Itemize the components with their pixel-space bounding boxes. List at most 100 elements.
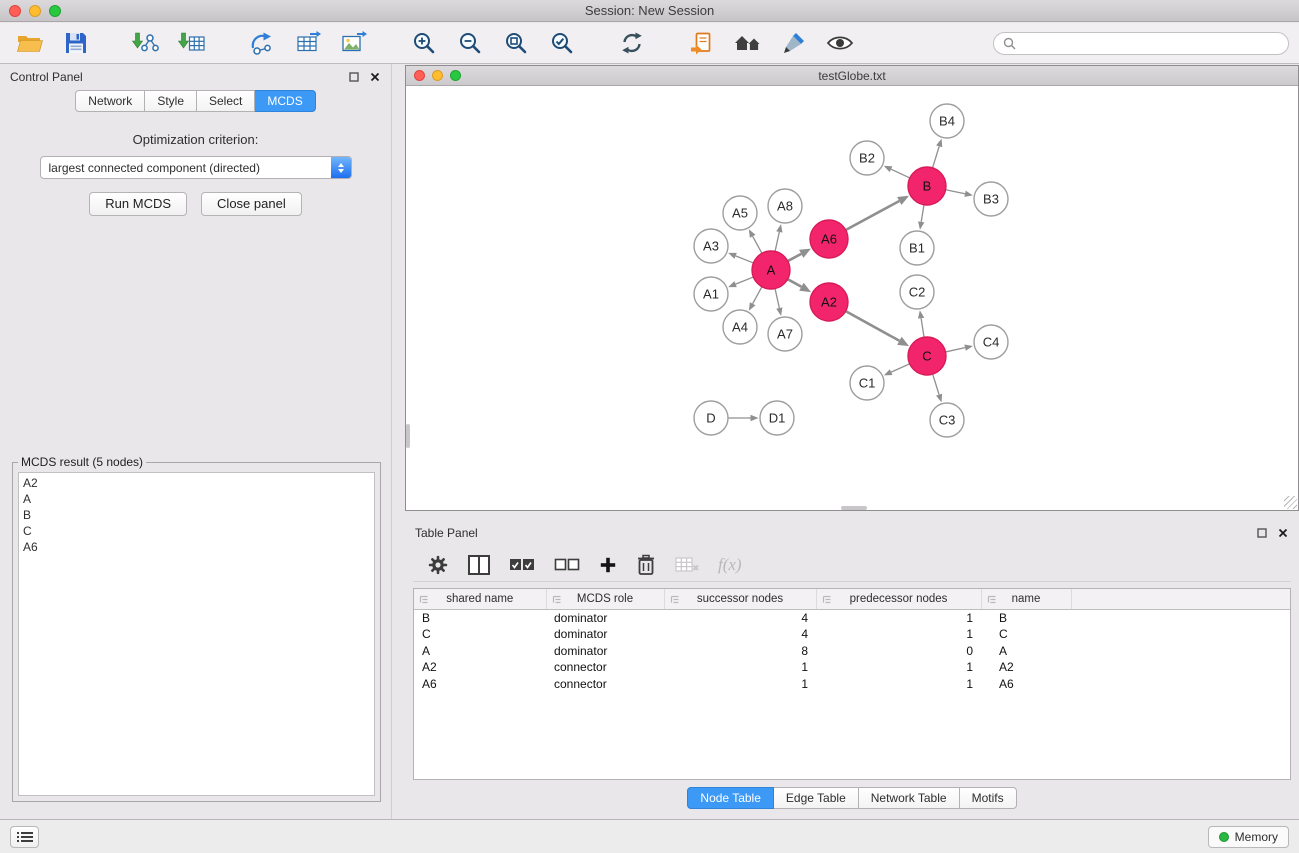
graph-edge-A-A7[interactable] [775,289,782,316]
graph-edge-A-A8[interactable] [775,224,782,251]
minimize-window-button[interactable] [29,5,41,17]
vertical-scrollbar-thumb[interactable] [406,424,410,448]
zoom-fit-button[interactable] [496,26,536,60]
search-field[interactable] [993,32,1289,55]
table-row[interactable]: A2connector11A2 [414,659,1290,676]
graph-edge-C-C1[interactable] [884,364,910,376]
graph-node-B2[interactable]: B2 [850,141,884,175]
close-panel-button[interactable] [369,71,381,83]
resize-grip[interactable] [1284,496,1297,509]
graph-node-B[interactable]: B [908,167,946,205]
home-button[interactable] [728,26,768,60]
close-network-window-button[interactable] [414,70,425,81]
graph-node-A5[interactable]: A5 [723,196,757,230]
export-image-button[interactable] [334,26,374,60]
column-header[interactable]: MCDS role [546,589,664,609]
add-column-button[interactable] [599,556,617,574]
close-panel-button-secondary[interactable]: Close panel [201,192,302,216]
export-table-button[interactable] [288,26,328,60]
select-all-button[interactable] [509,558,535,572]
graph-node-C[interactable]: C [908,337,946,375]
graph-edge-C-C2[interactable] [918,310,924,337]
zoom-network-window-button[interactable] [450,70,461,81]
graph-node-D[interactable]: D [694,401,728,435]
zoom-in-button[interactable] [404,26,444,60]
run-mcds-button[interactable]: Run MCDS [89,192,187,216]
style-button[interactable] [774,26,814,60]
table-row[interactable]: Bdominator41B [414,609,1290,626]
function-builder-button[interactable]: f(x) [718,555,742,575]
graph-edge-A-A3[interactable] [728,253,753,263]
document-button[interactable] [682,26,722,60]
graph-edge-B-B1[interactable] [918,205,924,230]
refresh-button[interactable] [612,26,652,60]
table-settings-button[interactable] [427,554,449,576]
graph-node-A6[interactable]: A6 [810,220,848,258]
graph-node-A7[interactable]: A7 [768,317,802,351]
import-table-button[interactable] [172,26,212,60]
horizontal-scrollbar-thumb[interactable] [841,506,867,510]
tab-node-table[interactable]: Node Table [687,787,774,809]
graph-edge-A2-C[interactable] [846,311,909,346]
delete-column-button[interactable] [636,554,656,576]
optimization-select[interactable]: largest connected component (directed) [40,156,352,179]
graph-node-B3[interactable]: B3 [974,182,1008,216]
graph-node-A8[interactable]: A8 [768,189,802,223]
tab-mcds[interactable]: MCDS [255,90,315,112]
float-panel-button[interactable] [348,71,360,83]
graph-node-C2[interactable]: C2 [900,275,934,309]
column-header[interactable]: shared name [414,589,546,609]
graph-edge-D-D1[interactable] [728,415,759,421]
close-table-panel-button[interactable] [1277,527,1289,539]
graph-edge-A6-B[interactable] [846,196,909,230]
graph-edge-A-A5[interactable] [749,229,762,253]
search-input[interactable] [1021,36,1279,50]
graph-edge-A-A2[interactable] [788,279,811,292]
table-row[interactable]: Adominator80A [414,643,1290,660]
zoom-selected-button[interactable] [542,26,582,60]
export-network-button[interactable] [242,26,282,60]
graph-edge-A-A6[interactable] [788,249,811,261]
graph-edge-C-C3[interactable] [933,374,942,402]
graph-node-C4[interactable]: C4 [974,325,1008,359]
close-window-button[interactable] [9,5,21,17]
graph-edge-A-A4[interactable] [749,287,762,311]
table-row[interactable]: Cdominator41C [414,626,1290,643]
tab-select[interactable]: Select [197,90,255,112]
graph-edge-B-B4[interactable] [933,139,943,168]
float-table-panel-button[interactable] [1256,527,1268,539]
graph-edge-C-C4[interactable] [946,345,973,352]
open-session-button[interactable] [10,26,50,60]
result-item[interactable]: A [23,491,370,507]
tab-edge-table[interactable]: Edge Table [774,787,859,809]
graph-node-A3[interactable]: A3 [694,229,728,263]
result-item[interactable]: C [23,523,370,539]
tab-network-table[interactable]: Network Table [859,787,960,809]
column-header[interactable]: successor nodes [664,589,816,609]
zoom-window-button[interactable] [49,5,61,17]
result-item[interactable]: A2 [23,475,370,491]
column-header[interactable]: predecessor nodes [816,589,981,609]
zoom-out-button[interactable] [450,26,490,60]
tab-style[interactable]: Style [145,90,197,112]
minimize-network-window-button[interactable] [432,70,443,81]
save-session-button[interactable] [56,26,96,60]
graph-node-A2[interactable]: A2 [810,283,848,321]
graph-node-A[interactable]: A [752,251,790,289]
graph-node-B1[interactable]: B1 [900,231,934,265]
graph-node-A1[interactable]: A1 [694,277,728,311]
tab-network[interactable]: Network [75,90,145,112]
delete-table-button-disabled[interactable] [675,556,699,574]
tab-motifs[interactable]: Motifs [960,787,1017,809]
network-canvas[interactable]: B4B2BB3A5A8A6B1A3AA1C2A2A4A7C4CC1C3DD1 [406,86,1298,510]
column-header[interactable]: name [981,589,1071,609]
mcds-result-list[interactable]: A2ABCA6 [18,472,375,796]
graph-node-D1[interactable]: D1 [760,401,794,435]
table-row[interactable]: A6connector11A6 [414,676,1290,693]
show-columns-button[interactable] [468,555,490,575]
result-item[interactable]: A6 [23,539,370,555]
show-hide-button[interactable] [820,26,860,60]
deselect-all-button[interactable] [554,558,580,572]
graph-node-B4[interactable]: B4 [930,104,964,138]
graph-edge-B-B3[interactable] [946,190,973,197]
